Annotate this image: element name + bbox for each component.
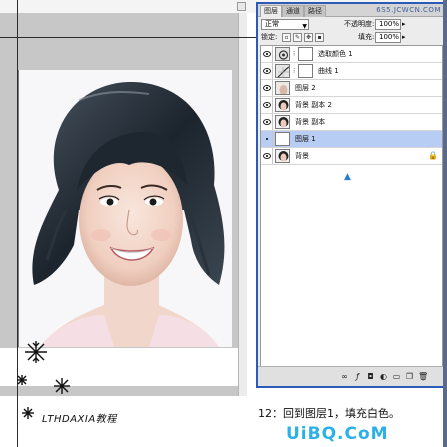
link-icon: ⁝: [293, 67, 296, 75]
opacity-arrow-icon[interactable]: ▸: [402, 19, 406, 30]
blank-thumb: [275, 132, 290, 146]
layer-name[interactable]: 曲线 1: [318, 66, 339, 76]
snowflake-decoration: [17, 341, 70, 419]
blend-mode-select[interactable]: 正常 ▼: [261, 19, 309, 30]
eye-icon[interactable]: [263, 68, 271, 74]
mask-icon[interactable]: ◘: [366, 372, 375, 381]
lock-position-icon[interactable]: ✥: [304, 33, 313, 42]
layer-row-layer-1[interactable]: 图层 1: [261, 131, 442, 148]
tab-channels[interactable]: 通道: [282, 5, 304, 17]
eye-icon[interactable]: [263, 102, 271, 108]
divider: [272, 80, 273, 96]
divider: [272, 114, 273, 130]
lock-all-icon[interactable]: ▪: [315, 33, 324, 42]
layer-name[interactable]: 选取颜色 1: [318, 49, 353, 59]
step-instruction: 12：回到图层1，填充白色。: [258, 407, 400, 420]
link-icon[interactable]: ∞: [340, 372, 349, 381]
lock-pixels-icon[interactable]: ✎: [293, 33, 302, 42]
lock-transparent-icon[interactable]: ▫: [282, 33, 291, 42]
layer-name[interactable]: 图层 2: [295, 83, 316, 93]
cursor-icon: ▲: [344, 172, 351, 182]
guide-line-horizontal: [0, 37, 257, 38]
opacity-field[interactable]: 100%: [375, 19, 401, 30]
adjustment-icon[interactable]: ◐: [379, 372, 388, 381]
layer-name[interactable]: 背景 副本: [295, 117, 325, 127]
layers-list: ⁝ 选取颜色 1 ⁝ 曲线 1 图层 2 背景 副本 2 背景 副本 图层 1 …: [260, 45, 443, 367]
portrait-photo: [18, 70, 232, 347]
canvas-vertical-scrollbar[interactable]: [238, 13, 247, 396]
layer-row-background-copy-2[interactable]: 背景 副本 2: [261, 97, 442, 114]
photo-thumb: [275, 149, 290, 163]
fill-value: 100%: [379, 33, 400, 41]
fx-icon[interactable]: ƒ: [353, 372, 362, 381]
fill-arrow-icon[interactable]: ▸: [402, 32, 406, 43]
mask-thumb[interactable]: [298, 64, 313, 78]
divider: [272, 46, 273, 62]
layer-row-selective-color[interactable]: ⁝ 选取颜色 1: [261, 46, 442, 63]
scroll-up-button[interactable]: [237, 2, 246, 11]
new-layer-icon[interactable]: ❐: [405, 372, 414, 381]
photo-thumb: [275, 115, 290, 129]
chevron-down-icon: ▼: [302, 23, 307, 30]
layer-thumb: [275, 81, 290, 95]
layer-row-background-copy[interactable]: 背景 副本: [261, 114, 442, 131]
adjustment-thumb-icon: [275, 47, 290, 61]
eye-icon[interactable]: [263, 153, 271, 159]
eye-icon-hidden[interactable]: [263, 136, 271, 142]
layers-panel-footer: ∞ ƒ ◘ ◐ ▭ ❐ 🗑: [258, 366, 445, 386]
layer-row-curves[interactable]: ⁝ 曲线 1: [261, 63, 442, 80]
site-watermark: 6S5.JCWCN.COM: [376, 6, 441, 14]
tab-paths[interactable]: 路径: [304, 5, 326, 17]
site-logo: UiBQ.CoM: [286, 424, 389, 444]
group-icon[interactable]: ▭: [392, 372, 401, 381]
eye-icon[interactable]: [263, 119, 271, 125]
layers-panel: 图层 通道 路径 6S5.JCWCN.COM 正常 ▼ 不透明度: 100% ▸…: [256, 2, 447, 388]
eye-icon[interactable]: [263, 51, 271, 57]
panel-tab-bar: 图层 通道 路径 6S5.JCWCN.COM: [258, 4, 445, 17]
tab-layers[interactable]: 图层: [260, 5, 282, 17]
divider: [272, 63, 273, 79]
trash-icon[interactable]: 🗑: [418, 372, 428, 381]
layer-name[interactable]: 背景: [295, 151, 309, 161]
layer-name[interactable]: 图层 1: [295, 134, 316, 144]
lock-icon: 🔒: [428, 151, 438, 160]
mask-thumb[interactable]: [298, 47, 313, 61]
layer-name[interactable]: 背景 副本 2: [295, 100, 332, 110]
blend-row: 正常 ▼ 不透明度: 100% ▸: [258, 18, 445, 32]
curves-thumb-icon: [275, 64, 290, 78]
eye-icon[interactable]: [263, 85, 271, 91]
photo-thumb: [275, 98, 290, 112]
opacity-label: 不透明度:: [344, 20, 375, 28]
divider: [272, 148, 273, 164]
brand-caption: LTHDAXIA教程: [42, 414, 117, 425]
fill-field[interactable]: 100%: [375, 32, 401, 43]
divider: [272, 97, 273, 113]
fill-label: 填充:: [358, 33, 375, 41]
divider: [272, 131, 273, 147]
blend-mode-value: 正常: [265, 20, 279, 28]
layer-row-background[interactable]: 背景 🔒: [261, 148, 442, 165]
lock-row: 锁定: ▫ ✎ ✥ ▪ 填充: 100% ▸: [258, 31, 445, 45]
window-scrollbar[interactable]: [443, 0, 447, 447]
link-icon: ⁝: [293, 50, 296, 58]
lock-label: 锁定:: [261, 33, 278, 41]
layer-row-layer-2[interactable]: 图层 2: [261, 80, 442, 97]
opacity-value: 100%: [379, 20, 400, 28]
